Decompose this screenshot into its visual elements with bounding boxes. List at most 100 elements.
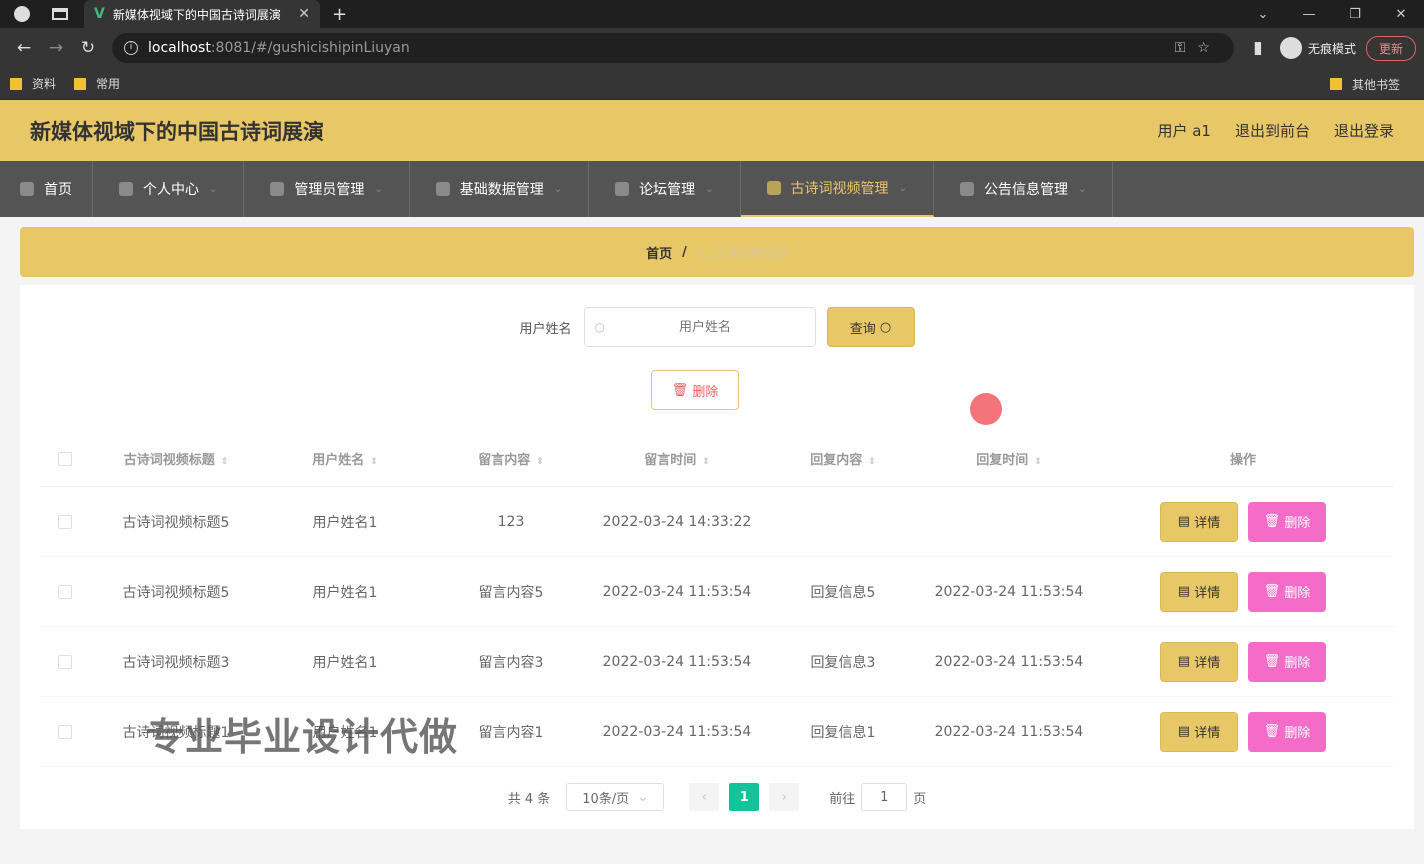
cell-time: 2022-03-24 11:53:54 bbox=[602, 653, 752, 670]
bookmark-label: 资料 bbox=[32, 77, 57, 91]
sidepanel-icon[interactable]: ▮ bbox=[1242, 38, 1274, 58]
search-icon: ○ bbox=[594, 320, 605, 334]
close-window-icon[interactable]: ✕ bbox=[1378, 7, 1424, 22]
detail-button[interactable]: ▤ 详情 bbox=[1160, 501, 1238, 542]
cell-username: 用户姓名1 bbox=[312, 584, 378, 601]
next-page-button[interactable]: › bbox=[769, 783, 800, 811]
breadcrumb-home[interactable]: 首页 bbox=[646, 243, 672, 262]
browser-tab[interactable]: V 新媒体视域下的中国古诗词展演 ✕ bbox=[84, 0, 320, 28]
bulk-delete-button[interactable]: 🗑 删除 bbox=[651, 370, 739, 410]
cell-content: 留言内容5 bbox=[478, 584, 544, 601]
menu-item-notice[interactable]: 公告信息管理 ⌄ bbox=[934, 161, 1114, 217]
update-button[interactable]: 更新 bbox=[1365, 35, 1416, 61]
sort-icon[interactable]: ⇕ bbox=[536, 457, 544, 467]
folder-icon bbox=[10, 77, 22, 90]
cell-content: 123 bbox=[497, 513, 525, 530]
menu-item-admin[interactable]: 管理员管理 ⌄ bbox=[244, 161, 410, 217]
detail-button[interactable]: ▤ 详情 bbox=[1160, 641, 1238, 682]
goto-page-input[interactable]: 1 bbox=[861, 783, 908, 811]
chevron-down-icon: ⌄ bbox=[898, 182, 907, 194]
browser-profile-icon[interactable] bbox=[14, 6, 30, 22]
other-bookmarks[interactable]: 其他书签 bbox=[1329, 68, 1400, 100]
col-header-reply-time[interactable]: 回复时间 ⇕ bbox=[926, 449, 1092, 468]
bookmarks-bar: 资料 常用 其他书签 bbox=[0, 68, 1424, 100]
col-header-time[interactable]: 留言时间 ⇕ bbox=[594, 449, 760, 468]
mic-icon bbox=[766, 181, 781, 195]
sort-icon[interactable]: ⇕ bbox=[702, 457, 710, 467]
select-all-checkbox[interactable] bbox=[58, 451, 72, 466]
cell-time: 2022-03-24 11:53:54 bbox=[602, 723, 752, 740]
menu-item-video[interactable]: 古诗词视频管理 ⌄ bbox=[740, 161, 934, 217]
cell-time: 2022-03-24 14:33:22 bbox=[602, 513, 752, 530]
restore-icon[interactable]: ❐ bbox=[1332, 7, 1378, 22]
chevron-down-icon: ⌄ bbox=[374, 183, 383, 195]
detail-button[interactable]: ▤ 详情 bbox=[1160, 571, 1238, 612]
trash-icon: 🗑 bbox=[1263, 584, 1281, 599]
menu-item-personal[interactable]: 个人中心 ⌄ bbox=[93, 161, 245, 217]
col-header-actions: 操作 bbox=[1229, 453, 1256, 468]
prev-page-button[interactable]: ‹ bbox=[689, 783, 720, 811]
delete-button[interactable]: 🗑 删除 bbox=[1248, 641, 1326, 682]
sort-icon[interactable]: ⇕ bbox=[370, 457, 378, 467]
url-host: localhost bbox=[148, 40, 211, 56]
cell-time: 2022-03-24 11:53:54 bbox=[602, 583, 752, 600]
new-tab-button[interactable]: + bbox=[332, 4, 347, 25]
sort-icon[interactable]: ⇕ bbox=[1034, 457, 1042, 467]
app-title: 新媒体视域下的中国古诗词展演 bbox=[30, 119, 324, 144]
row-checkbox[interactable] bbox=[58, 654, 72, 669]
search-input[interactable] bbox=[614, 319, 795, 335]
logout-link[interactable]: 退出登录 bbox=[1334, 120, 1394, 141]
detail-button[interactable]: ▤ 详情 bbox=[1160, 711, 1238, 752]
col-header-reply[interactable]: 回复内容 ⇕ bbox=[760, 449, 926, 468]
delete-button[interactable]: 🗑 删除 bbox=[1248, 571, 1326, 612]
menu-item-basedata[interactable]: 基础数据管理 ⌄ bbox=[410, 161, 590, 217]
url-field[interactable]: i localhost :8081/#/gushicishipinLiuyan … bbox=[112, 33, 1234, 63]
query-button[interactable]: 查询 ○ bbox=[826, 307, 915, 347]
notice-icon bbox=[959, 182, 974, 196]
bookmark-folder[interactable]: 资料 bbox=[10, 75, 56, 92]
page-size-select[interactable]: 10条/页 ⌄ bbox=[566, 783, 665, 811]
folder-icon bbox=[1329, 78, 1342, 90]
vue-logo-icon: V bbox=[94, 6, 105, 22]
send-icon bbox=[270, 182, 285, 196]
address-bar-row: ← → ↻ i localhost :8081/#/gushicishipinL… bbox=[0, 28, 1424, 68]
delete-button[interactable]: 🗑 删除 bbox=[1248, 711, 1326, 752]
folder-icon bbox=[74, 77, 87, 90]
cell-title: 古诗词视频标题5 bbox=[122, 584, 230, 601]
row-checkbox[interactable] bbox=[58, 724, 72, 739]
other-bookmarks-label: 其他书签 bbox=[1351, 77, 1400, 92]
data-icon bbox=[435, 182, 450, 196]
exit-to-front-link[interactable]: 退出到前台 bbox=[1235, 120, 1310, 141]
current-user: 用户 a1 bbox=[1157, 122, 1211, 140]
col-header-username[interactable]: 用户姓名 ⇕ bbox=[262, 449, 428, 468]
total-count: 共 4 条 bbox=[507, 791, 551, 807]
minimize-icon[interactable]: — bbox=[1286, 7, 1332, 22]
row-checkbox[interactable] bbox=[58, 514, 72, 529]
incognito-indicator[interactable]: 无痕模式 bbox=[1279, 37, 1356, 59]
delete-button[interactable]: 🗑 删除 bbox=[1248, 501, 1326, 542]
menu-item-forum[interactable]: 论坛管理 ⌄ bbox=[589, 161, 741, 217]
search-form: 用户姓名 ○ 查询 ○ bbox=[20, 307, 1414, 347]
site-info-icon[interactable]: i bbox=[124, 41, 138, 55]
reload-icon[interactable]: ↻ bbox=[72, 38, 104, 58]
sort-icon[interactable]: ⇕ bbox=[868, 457, 876, 467]
col-header-title[interactable]: 古诗词视频标题 ⇕ bbox=[90, 449, 262, 468]
menu-label: 公告信息管理 bbox=[983, 182, 1068, 198]
col-header-content[interactable]: 留言内容 ⇕ bbox=[428, 449, 594, 468]
row-checkbox[interactable] bbox=[58, 584, 72, 599]
back-icon[interactable]: ← bbox=[8, 38, 40, 58]
sort-icon[interactable]: ⇕ bbox=[221, 457, 229, 467]
key-star-icons[interactable]: ⚿☆ bbox=[1175, 40, 1222, 56]
search-field[interactable]: ○ bbox=[583, 307, 816, 347]
forward-icon[interactable]: → bbox=[40, 38, 72, 58]
chevron-down-icon[interactable]: ⌄ bbox=[1240, 7, 1286, 22]
page-number-current[interactable]: 1 bbox=[729, 783, 760, 811]
tab-overview-icon[interactable] bbox=[52, 8, 68, 20]
window-controls: ⌄ — ❐ ✕ bbox=[1240, 0, 1424, 28]
top-menu: 首页 个人中心 ⌄ 管理员管理 ⌄ 基础数据管理 ⌄ 论坛管理 ⌄ 古诗词视频管理 ⌄ 公… bbox=[0, 161, 1424, 217]
menu-item-home[interactable]: 首页 bbox=[0, 161, 93, 217]
trash-icon: 🗑 bbox=[1263, 724, 1281, 739]
doc-icon: ▤ bbox=[1177, 724, 1191, 739]
bookmark-folder[interactable]: 常用 bbox=[74, 75, 120, 92]
close-tab-icon[interactable]: ✕ bbox=[298, 6, 310, 22]
